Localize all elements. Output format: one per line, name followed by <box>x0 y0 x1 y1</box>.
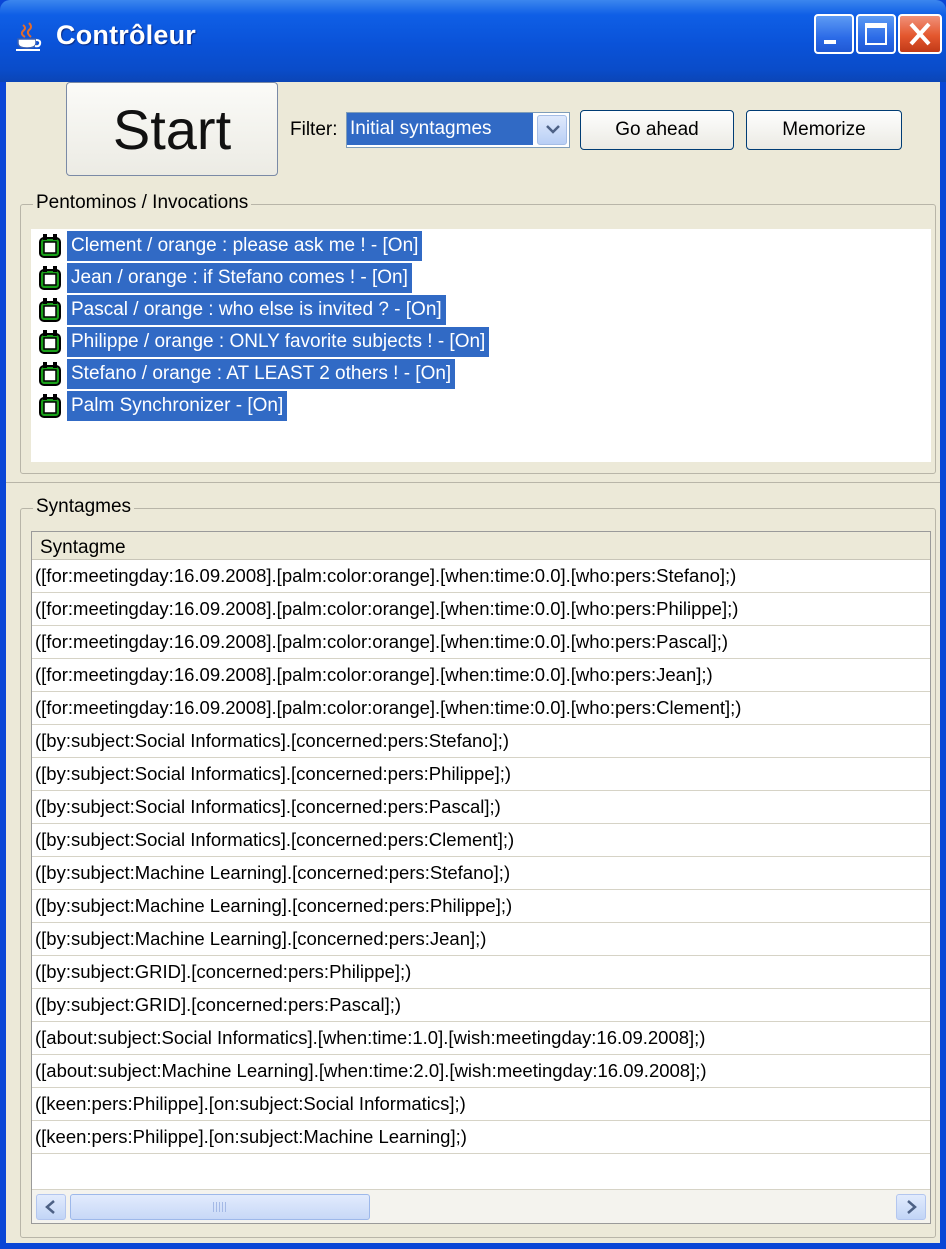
maximize-button[interactable] <box>856 14 896 54</box>
minimize-button[interactable] <box>814 14 854 54</box>
close-icon <box>909 22 931 46</box>
list-item-label: Jean / orange : if Stefano comes ! - [On… <box>67 263 412 293</box>
column-header-syntagme[interactable]: Syntagme <box>32 532 930 560</box>
minimize-icon <box>824 40 836 44</box>
table-row[interactable]: ([about:subject:Social Informatics].[whe… <box>32 1022 930 1055</box>
split-pane-divider[interactable] <box>6 482 940 491</box>
table-row[interactable]: ([by:subject:Social Informatics].[concer… <box>32 725 930 758</box>
syntagmes-group-title: Syntagmes <box>33 496 135 518</box>
table-row[interactable]: ([by:subject:Social Informatics].[concer… <box>32 824 930 857</box>
scroll-left-button[interactable] <box>36 1194 66 1220</box>
java-cup-icon <box>16 22 42 51</box>
window-bottom-border <box>6 1243 940 1249</box>
scroll-right-button[interactable] <box>896 1194 926 1220</box>
memorize-button[interactable]: Memorize <box>746 110 902 150</box>
list-item-label: Philippe / orange : ONLY favorite subjec… <box>67 327 490 357</box>
syntagmes-table[interactable]: Syntagme ([for:meetingday:16.09.2008].[p… <box>31 531 931 1224</box>
chevron-down-icon <box>546 125 560 134</box>
list-item-label: Pascal / orange : who else is invited ? … <box>67 295 446 325</box>
pentominos-group-title: Pentominos / Invocations <box>33 192 252 214</box>
pentomino-plug-icon <box>39 234 61 258</box>
table-row[interactable]: ([by:subject:GRID].[concerned:pers:Phili… <box>32 956 930 989</box>
title-bar[interactable]: Contrôleur <box>0 0 946 82</box>
pentomino-plug-icon <box>39 330 61 354</box>
table-row[interactable]: ([for:meetingday:16.09.2008].[palm:color… <box>32 560 930 593</box>
pentominos-group: Pentominos / Invocations Clement / orang… <box>20 192 936 474</box>
table-row[interactable]: ([by:subject:Social Informatics].[concer… <box>32 758 930 791</box>
table-row[interactable]: ([about:subject:Machine Learning].[when:… <box>32 1055 930 1088</box>
table-row[interactable]: ([for:meetingday:16.09.2008].[palm:color… <box>32 593 930 626</box>
pentomino-plug-icon <box>39 266 61 290</box>
start-button[interactable]: Start <box>66 82 278 176</box>
table-row[interactable]: ([by:subject:GRID].[concerned:pers:Pasca… <box>32 989 930 1022</box>
table-row[interactable]: ([by:subject:Machine Learning].[concerne… <box>32 890 930 923</box>
dropdown-arrow-button[interactable] <box>537 115 567 145</box>
pentomino-plug-icon <box>39 394 61 418</box>
chevron-right-icon <box>907 1200 917 1214</box>
syntagmes-group: Syntagmes Syntagme ([for:meetingday:16.0… <box>20 496 936 1238</box>
list-item[interactable]: Palm Synchronizer - [On] <box>37 391 288 421</box>
table-row[interactable]: ([by:subject:Machine Learning].[concerne… <box>32 857 930 890</box>
list-item[interactable]: Jean / orange : if Stefano comes ! - [On… <box>37 263 412 293</box>
table-row[interactable]: ([for:meetingday:16.09.2008].[palm:color… <box>32 659 930 692</box>
table-row[interactable]: ([by:subject:Social Informatics].[concer… <box>32 791 930 824</box>
chevron-left-icon <box>45 1200 55 1214</box>
close-button[interactable] <box>898 14 942 54</box>
go-ahead-button[interactable]: Go ahead <box>580 110 734 150</box>
pentominos-list[interactable]: Clement / orange : please ask me ! - [On… <box>31 229 931 462</box>
window-frame: Contrôleur Start Filter: Initial syntagm… <box>0 0 946 1249</box>
table-row[interactable]: ([keen:pers:Philippe].[on:subject:Social… <box>32 1088 930 1121</box>
table-row[interactable]: ([keen:pers:Philippe].[on:subject:Machin… <box>32 1121 930 1154</box>
grip-icon <box>213 1202 227 1212</box>
list-item-label: Clement / orange : please ask me ! - [On… <box>67 231 423 261</box>
scrollbar-thumb[interactable] <box>70 1194 370 1220</box>
filter-dropdown[interactable]: Initial syntagmes <box>346 112 570 148</box>
filter-label: Filter: <box>290 119 338 140</box>
filter-selected-value: Initial syntagmes <box>347 113 533 145</box>
horizontal-scrollbar[interactable] <box>32 1189 930 1223</box>
window-content: Start Filter: Initial syntagmes Go ahead… <box>6 82 940 1243</box>
table-row[interactable]: ([for:meetingday:16.09.2008].[palm:color… <box>32 692 930 725</box>
list-item[interactable]: Clement / orange : please ask me ! - [On… <box>37 231 423 261</box>
pentomino-plug-icon <box>39 362 61 386</box>
list-item-label: Palm Synchronizer - [On] <box>67 391 288 421</box>
table-row[interactable]: ([by:subject:Machine Learning].[concerne… <box>32 923 930 956</box>
maximize-icon <box>865 23 887 45</box>
list-item-label: Stefano / orange : AT LEAST 2 others ! -… <box>67 359 456 389</box>
window-title: Contrôleur <box>56 20 196 50</box>
list-item[interactable]: Philippe / orange : ONLY favorite subjec… <box>37 327 490 357</box>
list-item[interactable]: Stefano / orange : AT LEAST 2 others ! -… <box>37 359 456 389</box>
pentomino-plug-icon <box>39 298 61 322</box>
list-item[interactable]: Pascal / orange : who else is invited ? … <box>37 295 446 325</box>
table-row[interactable]: ([for:meetingday:16.09.2008].[palm:color… <box>32 626 930 659</box>
